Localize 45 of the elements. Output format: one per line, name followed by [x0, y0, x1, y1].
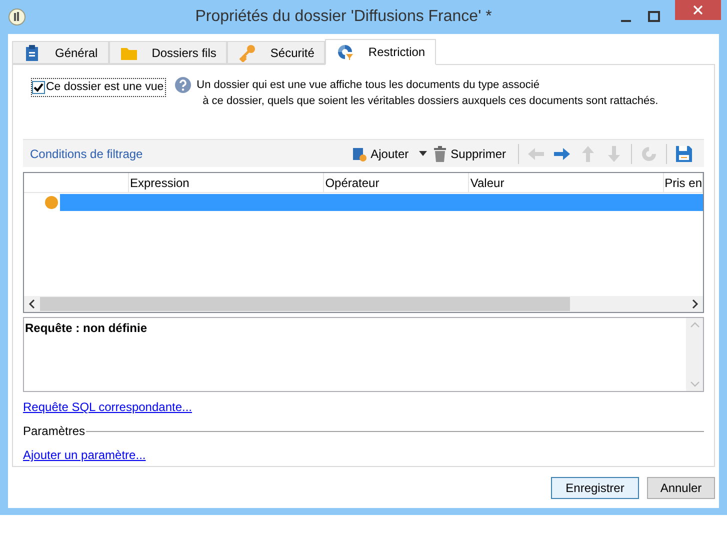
funnel-icon — [336, 43, 354, 61]
sql-link[interactable]: Requête SQL correspondante... — [23, 400, 192, 414]
table-row[interactable] — [60, 194, 703, 211]
save-button[interactable]: Enregistrer — [551, 477, 639, 499]
tab[interactable]: Restriction — [325, 39, 436, 65]
column-header: Valeur — [470, 174, 504, 192]
section-title: Conditions de filtrage — [30, 146, 144, 162]
caret-icon — [418, 150, 427, 156]
add-parameter-link[interactable]: Ajouter un paramètre... — [23, 448, 146, 462]
close-button[interactable] — [675, 0, 721, 20]
scroll-down-icon — [690, 380, 700, 388]
view-checkbox[interactable]: Ce dossier est une vue — [31, 78, 166, 98]
maximize-icon — [647, 10, 661, 24]
horizontal-scrollbar[interactable] — [24, 296, 703, 312]
app-icon — [8, 8, 26, 26]
down-arrow-icon — [605, 144, 623, 162]
scroll-up-icon — [690, 321, 700, 329]
close-icon — [693, 5, 703, 15]
help-icon — [174, 77, 191, 93]
save-icon — [675, 144, 693, 162]
help-text: à ce dossier, quels que soient les véritables dossiers auxquels ces documents sont rattachés. — [202, 94, 658, 109]
clipboard-icon — [23, 44, 41, 62]
check-icon — [33, 82, 44, 94]
tab[interactable]: Général — [12, 41, 109, 64]
minimize-icon — [621, 20, 631, 22]
refresh-icon — [640, 144, 658, 162]
add-document-icon — [350, 146, 367, 162]
help-text: Un dossier qui est une vue affiche tous les documents du type associé — [196, 78, 540, 93]
trash-icon — [432, 146, 447, 162]
up-arrow-icon — [579, 144, 597, 162]
cancel-button[interactable]: Annuler — [647, 477, 715, 499]
tab[interactable]: Dossiers fils — [108, 41, 228, 64]
tab[interactable]: Sécurité — [227, 41, 326, 64]
scroll-left-icon — [27, 299, 37, 309]
column-header: Pris en — [664, 174, 702, 192]
delete-button[interactable]: Supprimer — [432, 144, 506, 162]
vertical-scrollbar[interactable] — [686, 318, 703, 391]
column-header: Opérateur — [325, 174, 380, 192]
window-title: Propriétés du dossier 'Diffusions France' * — [194, 7, 493, 27]
section-label: Paramètres — [23, 423, 86, 440]
column-header: Expression — [130, 174, 190, 192]
key-icon — [238, 44, 256, 62]
query-text: Requête : non définie — [25, 321, 148, 335]
scroll-right-icon — [690, 299, 700, 309]
add-button[interactable]: Ajouter — [350, 144, 427, 162]
